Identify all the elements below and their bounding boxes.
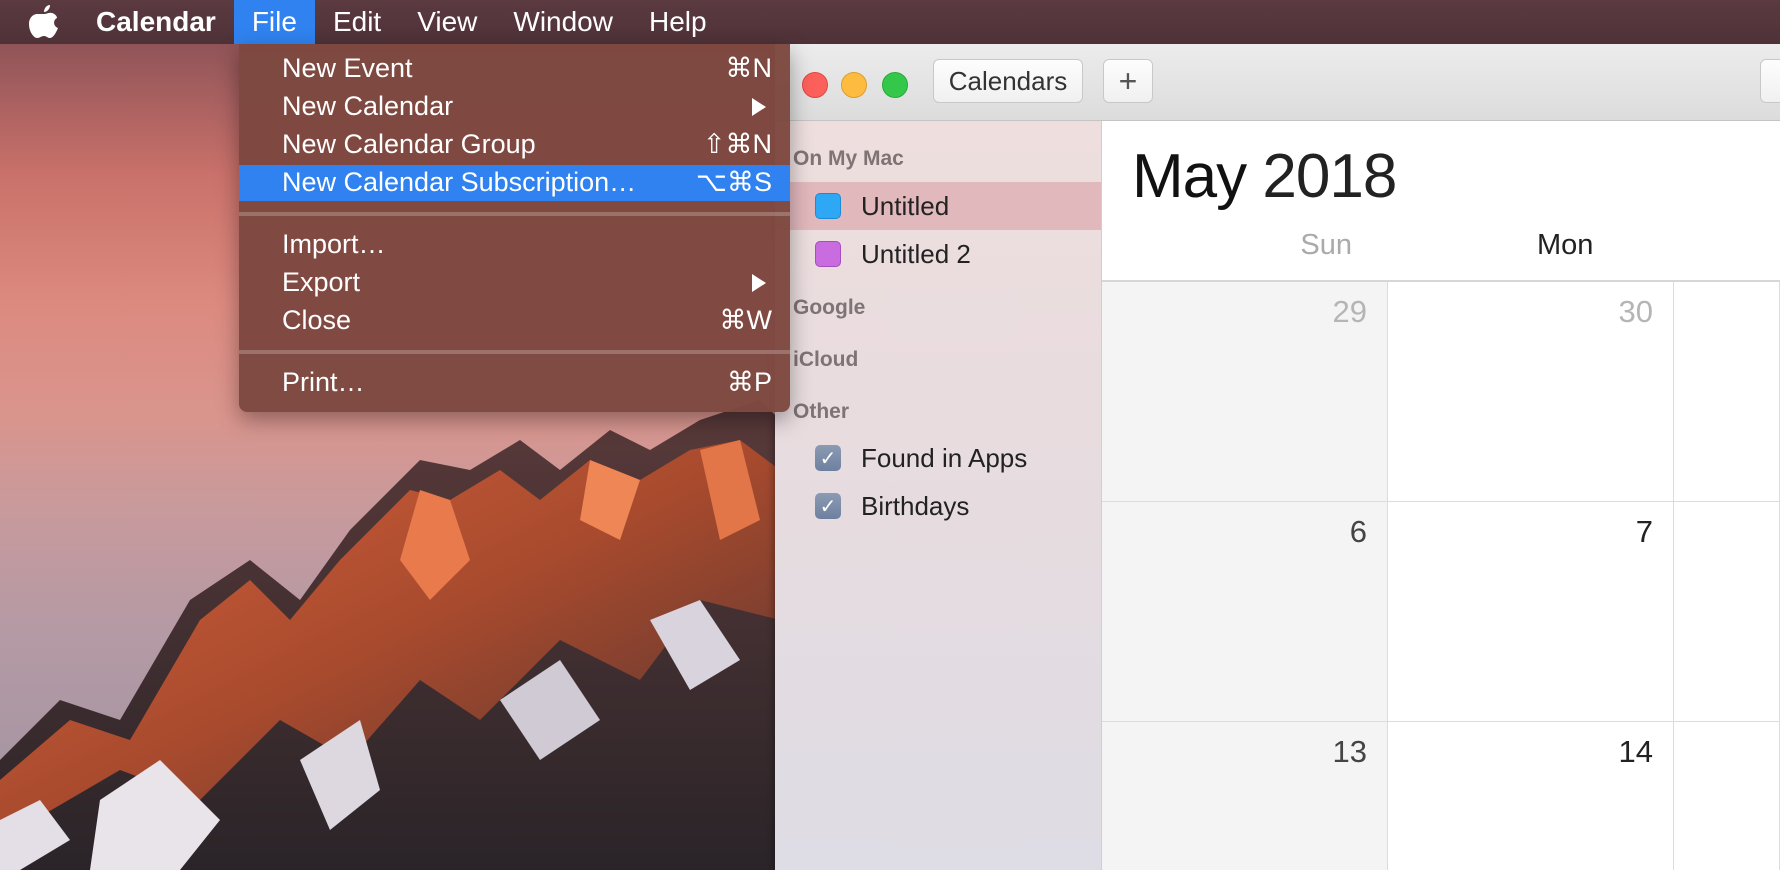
calendar-window: Calendars + On My Mac Untitled Untitled … [775, 44, 1780, 870]
menu-item-label: New Calendar [282, 91, 454, 121]
checkmark-icon[interactable]: ✓ [815, 445, 841, 471]
menu-item-label: Print… [282, 367, 365, 397]
day-number: 14 [1618, 734, 1653, 769]
menu-app-calendar[interactable]: Calendar [82, 0, 234, 44]
file-menu-dropdown: New Event ⌘N New Calendar New Calendar G… [239, 44, 790, 412]
group-header-on-my-mac: On My Mac [793, 147, 904, 170]
day-cell[interactable]: 13 [1102, 722, 1388, 870]
menu-item-new-calendar-subscription[interactable]: New Calendar Subscription… ⌥⌘S [239, 165, 790, 201]
menu-item-label: Close [282, 305, 352, 335]
day-cell[interactable]: 30 [1388, 282, 1674, 502]
calendar-list-sidebar: On My Mac Untitled Untitled 2 Google iCl… [775, 121, 1102, 870]
menu-item-shortcut: ⌘P [726, 367, 772, 397]
day-number: 6 [1349, 514, 1367, 549]
day-cell[interactable] [1674, 282, 1780, 502]
day-number: 29 [1332, 294, 1367, 329]
day-cell[interactable] [1674, 722, 1780, 870]
month-title: May 2018 [1132, 141, 1397, 212]
calendar-item-untitled[interactable]: Untitled [775, 182, 1101, 230]
calendar-color-swatch[interactable] [815, 241, 841, 267]
calendar-item-label: Untitled [861, 190, 950, 221]
calendar-item-untitled-2[interactable]: Untitled 2 [775, 230, 1101, 278]
calendar-item-label: Untitled 2 [861, 238, 971, 269]
menu-item-close[interactable]: Close ⌘W [239, 303, 790, 339]
day-cell[interactable]: 29 [1102, 282, 1388, 502]
group-header-google[interactable]: Google [793, 296, 865, 320]
submenu-arrow-icon [752, 274, 766, 292]
year-label: 2018 [1262, 142, 1397, 211]
window-toolbar: Calendars + [775, 44, 1780, 121]
menu-item-label: New Event [282, 53, 413, 83]
minimize-window-button[interactable] [841, 72, 867, 98]
day-cell[interactable]: 14 [1388, 722, 1674, 870]
menu-item-shortcut: ⇧⌘N [702, 129, 772, 159]
menu-item-shortcut: ⌘W [719, 305, 772, 335]
group-header-other: Other [793, 400, 850, 423]
menu-view[interactable]: View [399, 0, 495, 44]
menu-help[interactable]: Help [631, 0, 725, 44]
calendar-item-birthdays[interactable]: ✓ Birthdays [775, 482, 1101, 530]
menu-item-shortcut: ⌘N [725, 53, 773, 83]
day-cell[interactable]: 6 [1102, 502, 1388, 722]
menu-separator [239, 212, 790, 216]
day-cell[interactable]: 7 [1388, 502, 1674, 722]
menu-window[interactable]: Window [495, 0, 631, 44]
menu-item-shortcut: ⌥⌘S [695, 167, 772, 197]
menu-item-new-calendar-group[interactable]: New Calendar Group ⇧⌘N [239, 127, 790, 163]
menu-edit[interactable]: Edit [315, 0, 399, 44]
day-cell[interactable] [1674, 502, 1780, 722]
menu-bar: Calendar File Edit View Window Help [0, 0, 1780, 44]
calendar-color-swatch[interactable] [815, 193, 841, 219]
group-header-icloud[interactable]: iCloud [793, 348, 858, 372]
checkmark-icon[interactable]: ✓ [815, 493, 841, 519]
calendar-item-label: Found in Apps [861, 442, 1028, 473]
menu-item-label: New Calendar Group [282, 129, 536, 159]
day-number: 7 [1635, 514, 1653, 549]
menu-item-import[interactable]: Import… [239, 227, 790, 263]
maximize-window-button[interactable] [882, 72, 908, 98]
menu-item-print[interactable]: Print… ⌘P [239, 365, 790, 401]
day-number: 13 [1332, 734, 1367, 769]
month-name: May [1132, 142, 1247, 211]
calendar-item-label: Birthdays [861, 490, 970, 521]
month-view: May 2018 Sun Mon 29 30 6 7 13 14 [1102, 121, 1780, 870]
menu-separator [239, 350, 790, 354]
menu-item-new-event[interactable]: New Event ⌘N [239, 51, 790, 87]
weekday-header-mon: Mon [1537, 229, 1594, 261]
calendars-button[interactable]: Calendars [933, 59, 1083, 103]
toolbar-edge-button[interactable] [1760, 59, 1780, 103]
apple-logo-icon[interactable] [28, 5, 60, 39]
menu-item-label: New Calendar Subscription… [282, 167, 637, 197]
menu-file[interactable]: File [233, 0, 315, 44]
menu-item-export[interactable]: Export [239, 265, 790, 301]
weekday-header-sun: Sun [1300, 229, 1352, 261]
submenu-arrow-icon [752, 98, 766, 116]
menu-item-label: Export [282, 267, 361, 297]
add-event-button[interactable]: + [1103, 59, 1153, 103]
day-number: 30 [1618, 294, 1653, 329]
calendar-item-found-in-apps[interactable]: ✓ Found in Apps [775, 434, 1101, 482]
menu-item-label: Import… [282, 229, 386, 259]
close-window-button[interactable] [802, 72, 828, 98]
menu-item-new-calendar[interactable]: New Calendar [239, 89, 790, 125]
